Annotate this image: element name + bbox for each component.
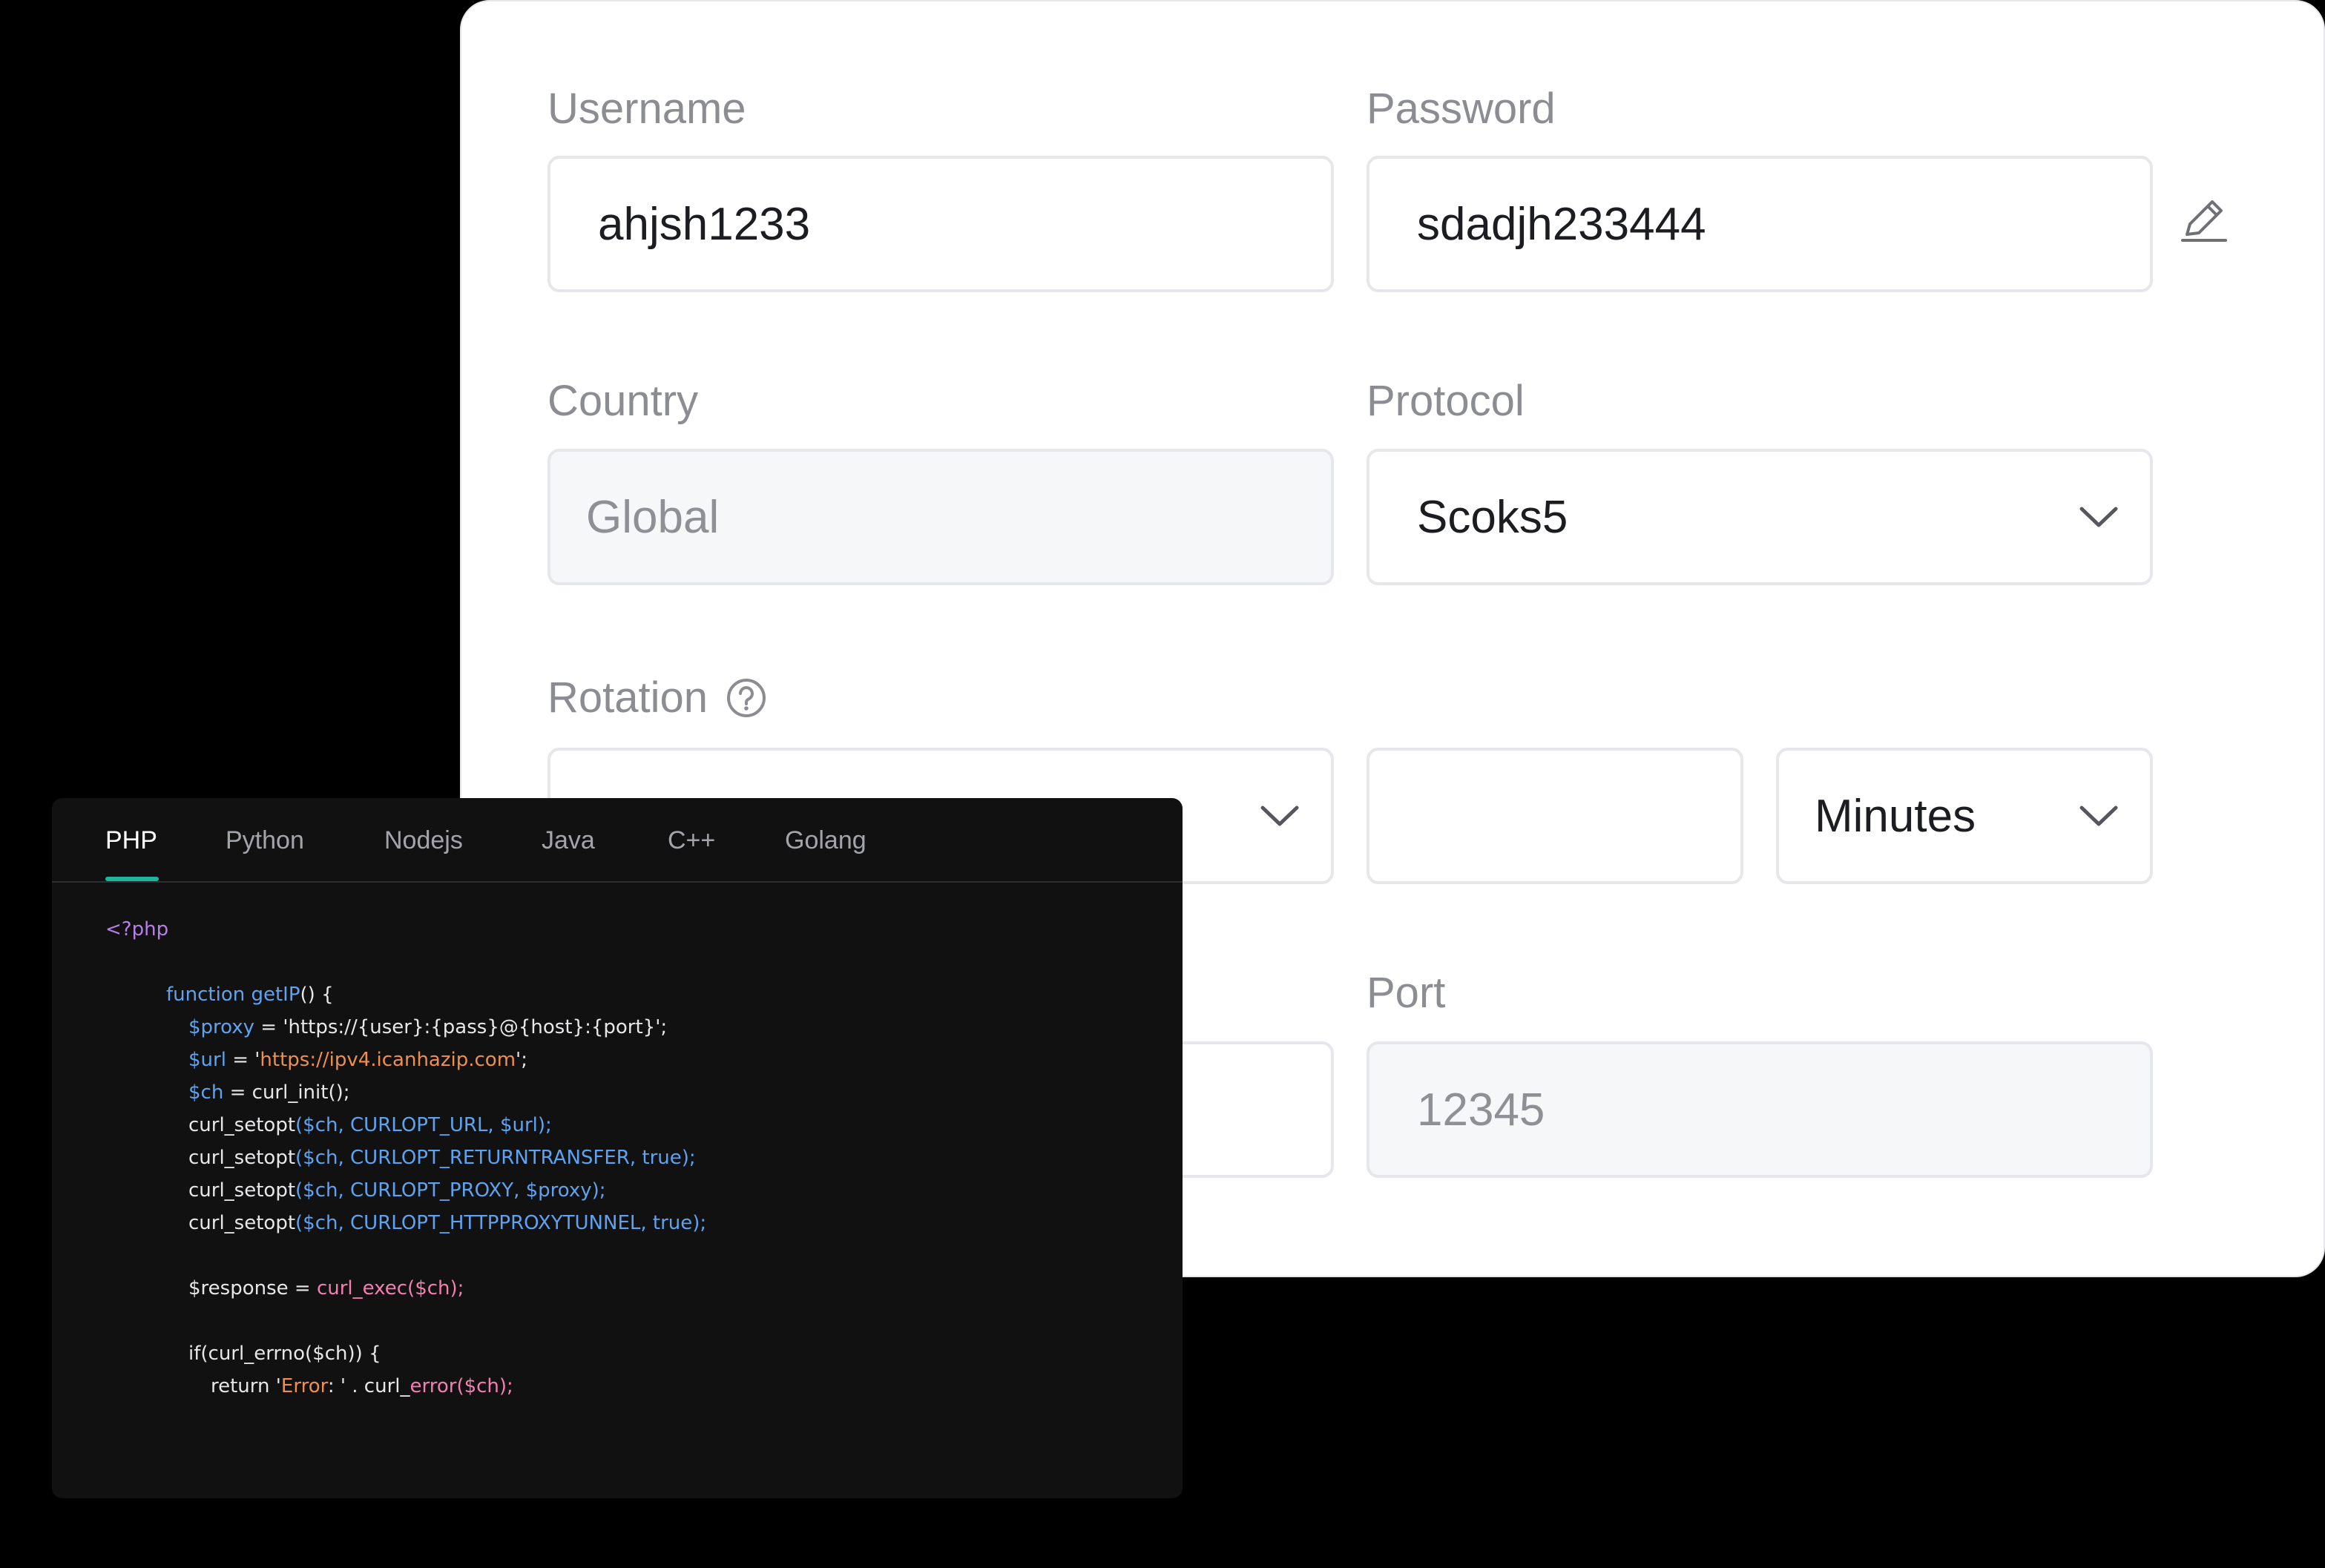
username-input[interactable]: ahjsh1233 — [547, 156, 1334, 292]
rotation-amount-input[interactable] — [1367, 748, 1743, 884]
code-line: return 'Error: ' . curl_error($ch); — [211, 1377, 513, 1396]
country-value: Global — [586, 491, 720, 543]
code-token: ($ch, CURLOPT_RETURNTRANSFER, true); — [295, 1147, 696, 1169]
code-line: $url = 'https://ipv4.icanhazip.com'; — [188, 1050, 527, 1070]
port-label: Port — [1367, 969, 1446, 1017]
code-line: if(curl_errno($ch)) { — [188, 1344, 381, 1363]
pencil-icon[interactable] — [2180, 194, 2229, 243]
password-input[interactable]: sdadjh233444 — [1367, 156, 2153, 292]
code-token: = curl_init(); — [223, 1081, 350, 1104]
tab-java[interactable]: Java — [542, 828, 595, 853]
code-token: $ch — [188, 1081, 224, 1104]
code-token: https://ipv4.icanhazip.com — [260, 1049, 516, 1071]
code-token: curl_exec($ch); — [316, 1277, 464, 1299]
protocol-value: Scoks5 — [1417, 491, 1568, 543]
code-line: curl_setopt($ch, CURLOPT_HTTPPROXYTUNNEL… — [188, 1213, 706, 1233]
code-token: error($ch); — [410, 1375, 513, 1397]
code-token: = 'https://{user}:{pass}@{host}:{port}'; — [254, 1016, 668, 1038]
tab-python[interactable]: Python — [226, 828, 304, 853]
protocol-label: Protocol — [1367, 377, 1525, 425]
country-input: Global — [547, 449, 1334, 585]
code-token: ($ch, CURLOPT_PROXY, $proxy); — [295, 1179, 606, 1202]
code-line: <?php — [105, 920, 168, 939]
code-token: function getIP — [166, 984, 300, 1006]
code-token: curl_setopt — [188, 1212, 296, 1234]
protocol-select[interactable]: Scoks5 — [1367, 449, 2153, 585]
question-circle-icon[interactable] — [726, 677, 767, 719]
code-line: curl_setopt($ch, CURLOPT_PROXY, $proxy); — [188, 1181, 606, 1200]
code-token: curl_setopt — [188, 1114, 296, 1136]
code-line: curl_setopt($ch, CURLOPT_RETURNTRANSFER,… — [188, 1148, 696, 1167]
password-label: Password — [1367, 85, 1556, 133]
code-token: : ' . curl_ — [327, 1375, 410, 1397]
port-value: 12345 — [1417, 1084, 1545, 1136]
code-line: $ch = curl_init(); — [188, 1083, 350, 1102]
code-token: ($ch, CURLOPT_HTTPPROXYTUNNEL, true); — [295, 1212, 707, 1234]
username-value: ahjsh1233 — [598, 198, 811, 250]
tab-cpp[interactable]: C++ — [668, 828, 715, 853]
code-line: $proxy = 'https://{user}:{pass}@{host}:{… — [188, 1018, 667, 1037]
code-line: function getIP() { — [166, 985, 334, 1004]
code-line: $response = curl_exec($ch); — [188, 1279, 464, 1298]
code-token: () { — [300, 984, 334, 1006]
code-token: ($ch, CURLOPT_URL, $url); — [295, 1114, 552, 1136]
code-token: curl_setopt — [188, 1179, 296, 1202]
code-token: $response = — [188, 1277, 317, 1299]
code-token: '; — [516, 1049, 527, 1071]
code-token: if(curl_errno($ch)) { — [188, 1343, 381, 1365]
port-input: 12345 — [1367, 1041, 2153, 1178]
rotation-label-text: Rotation — [547, 673, 708, 722]
code-token: $url — [188, 1049, 226, 1071]
code-token: return ' — [211, 1375, 281, 1397]
tab-nodejs[interactable]: Nodejs — [384, 828, 463, 853]
code-line: curl_setopt($ch, CURLOPT_URL, $url); — [188, 1116, 552, 1135]
code-token: curl_setopt — [188, 1147, 296, 1169]
username-label: Username — [547, 85, 746, 133]
language-tabs: PHP Python Nodejs Java C++ Golang — [52, 798, 1183, 883]
rotation-unit-select[interactable]: Minutes — [1776, 748, 2153, 884]
rotation-unit-value: Minutes — [1815, 790, 1976, 842]
tab-php[interactable]: PHP — [105, 828, 157, 853]
password-value: sdadjh233444 — [1417, 198, 1706, 250]
active-tab-indicator — [105, 877, 159, 881]
chevron-down-icon — [2077, 794, 2120, 837]
country-label: Country — [547, 377, 699, 425]
chevron-down-icon — [1258, 794, 1301, 837]
tab-golang[interactable]: Golang — [785, 828, 866, 853]
code-token: Error — [280, 1375, 328, 1397]
code-token: $proxy — [188, 1016, 255, 1038]
code-token: = ' — [226, 1049, 260, 1071]
rotation-label: Rotation — [547, 676, 767, 719]
code-sample-panel: PHP Python Nodejs Java C++ Golang <?php f… — [52, 798, 1183, 1498]
chevron-down-icon — [2077, 495, 2120, 538]
code-token: <?php — [105, 918, 169, 941]
